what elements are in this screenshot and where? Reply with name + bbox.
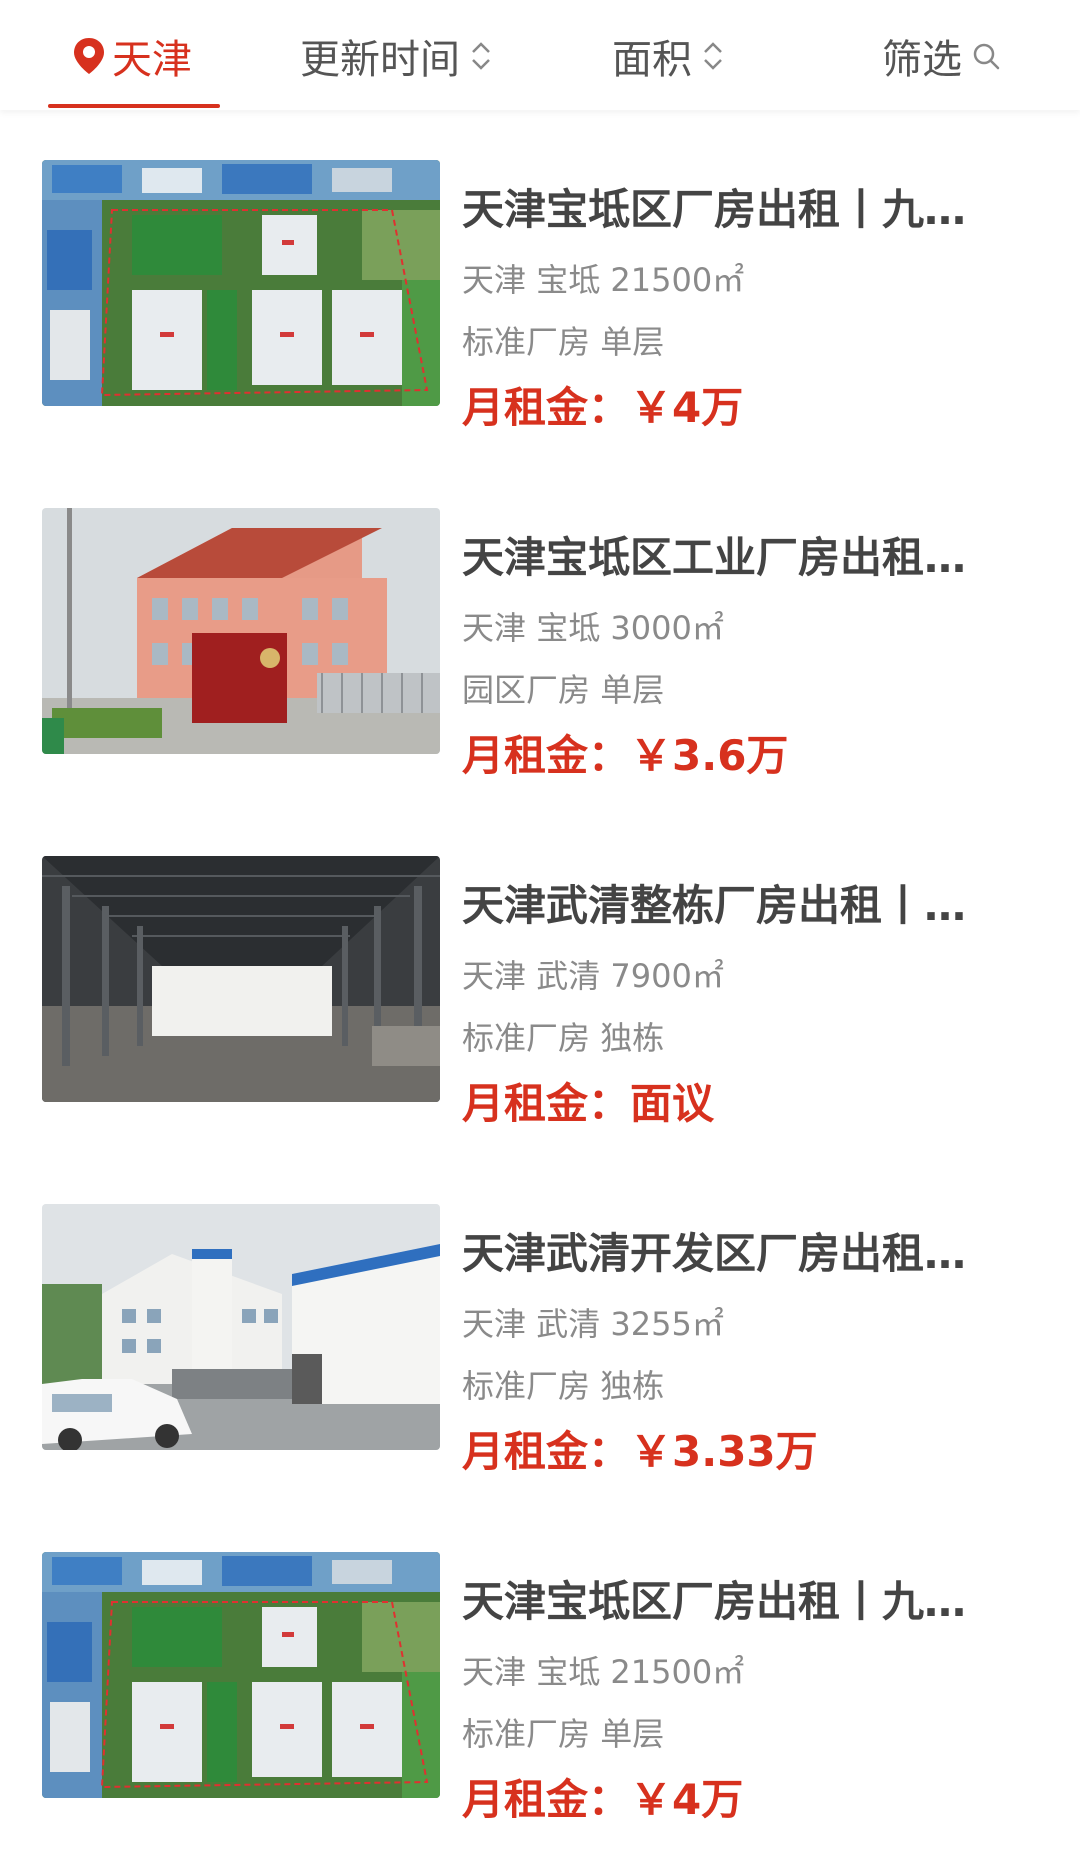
listing-type: 标准厂房 单层 bbox=[462, 320, 664, 364]
listing-title: 天津宝坻区厂房出租丨九… bbox=[462, 185, 967, 234]
listing-district: 武清 bbox=[536, 1305, 601, 1343]
listing-type: 园区厂房 单层 bbox=[462, 668, 664, 712]
listing-location-area: 天津 宝坻 21500㎡ bbox=[462, 258, 744, 302]
listing-category: 标准厂房 bbox=[462, 1367, 591, 1405]
listing-category: 标准厂房 bbox=[462, 323, 591, 361]
listing-card[interactable]: 天津宝坻区厂房出租丨九… 天津 宝坻 21500㎡ 标准厂房 单层 月租金：￥4… bbox=[0, 130, 1080, 432]
listing-category: 标准厂房 bbox=[462, 1715, 591, 1753]
price-value: 面议 bbox=[630, 1079, 715, 1128]
listing-location-area: 天津 武清 3255㎡ bbox=[462, 1302, 724, 1346]
listing-thumbnail bbox=[42, 856, 440, 1102]
price-label: 月租金： bbox=[462, 1079, 631, 1128]
price-label: 月租金： bbox=[462, 731, 631, 780]
price-value: ￥3.33万 bbox=[630, 1427, 818, 1476]
listing-floor: 单层 bbox=[600, 671, 665, 709]
active-tab-underline bbox=[48, 104, 220, 108]
listing-title: 天津宝坻区厂房出租丨九… bbox=[462, 1577, 967, 1626]
sort-by-area[interactable]: 面积 bbox=[612, 28, 724, 84]
listing-area: 3255㎡ bbox=[610, 1305, 724, 1343]
listing-type: 标准厂房 独栋 bbox=[462, 1364, 664, 1408]
listing-price: 月租金：面议 bbox=[462, 1076, 714, 1132]
listing-city: 天津 bbox=[462, 957, 527, 995]
listing-area: 3000㎡ bbox=[610, 609, 724, 647]
filter-bar: 天津 更新时间 面积 筛选 bbox=[0, 0, 1080, 110]
city-selector[interactable]: 天津 bbox=[72, 28, 192, 84]
listing-district: 武清 bbox=[536, 957, 601, 995]
aerial-industrial-park-image bbox=[42, 160, 440, 406]
pink-office-building-image bbox=[42, 508, 440, 754]
listing-city: 天津 bbox=[462, 609, 527, 647]
sort-area-label: 面积 bbox=[612, 37, 692, 83]
search-icon bbox=[973, 43, 1000, 70]
price-value: ￥4万 bbox=[630, 383, 744, 432]
price-value: ￥3.6万 bbox=[630, 731, 789, 780]
listing-title: 天津武清开发区厂房出租… bbox=[462, 1229, 967, 1278]
sort-updown-icon bbox=[472, 42, 490, 70]
listing-district: 宝坻 bbox=[536, 261, 601, 299]
white-office-building-with-car-image bbox=[42, 1204, 440, 1450]
location-pin-icon bbox=[74, 38, 104, 74]
listing-city: 天津 bbox=[462, 1305, 527, 1343]
price-value: ￥4万 bbox=[630, 1775, 744, 1824]
listing-location-area: 天津 宝坻 3000㎡ bbox=[462, 606, 724, 650]
listing-card[interactable]: 天津武清开发区厂房出租… 天津 武清 3255㎡ 标准厂房 独栋 月租金：￥3.… bbox=[0, 1174, 1080, 1476]
listing-floor: 独栋 bbox=[600, 1019, 665, 1057]
listing-area: 7900㎡ bbox=[610, 957, 724, 995]
listing-thumbnail bbox=[42, 160, 440, 406]
listing-district: 宝坻 bbox=[536, 609, 601, 647]
listing-district: 宝坻 bbox=[536, 1653, 601, 1691]
listing-category: 园区厂房 bbox=[462, 671, 591, 709]
listing-title: 天津宝坻区工业厂房出租… bbox=[462, 533, 967, 582]
listing-floor: 单层 bbox=[600, 323, 665, 361]
filter-button[interactable]: 筛选 bbox=[882, 28, 1000, 84]
filter-label: 筛选 bbox=[882, 37, 962, 83]
listing-card[interactable]: 天津宝坻区工业厂房出租… 天津 宝坻 3000㎡ 园区厂房 单层 月租金：￥3.… bbox=[0, 478, 1080, 780]
listing-price: 月租金：￥3.33万 bbox=[462, 1424, 818, 1480]
sort-time-label: 更新时间 bbox=[300, 37, 460, 83]
listing-thumbnail bbox=[42, 1204, 440, 1450]
price-label: 月租金： bbox=[462, 383, 631, 432]
listing-city: 天津 bbox=[462, 261, 527, 299]
listing-city: 天津 bbox=[462, 1653, 527, 1691]
steel-warehouse-interior-image bbox=[42, 856, 440, 1102]
listing-thumbnail bbox=[42, 1552, 440, 1798]
listing-floor: 独栋 bbox=[600, 1367, 665, 1405]
listing-category: 标准厂房 bbox=[462, 1019, 591, 1057]
listing-type: 标准厂房 单层 bbox=[462, 1712, 664, 1756]
listing-price: 月租金：￥4万 bbox=[462, 380, 743, 436]
listing-title: 天津武清整栋厂房出租丨… bbox=[462, 881, 967, 930]
listing-thumbnail bbox=[42, 508, 440, 754]
listing-type: 标准厂房 独栋 bbox=[462, 1016, 664, 1060]
listing-price: 月租金：￥4万 bbox=[462, 1772, 743, 1828]
listing-card[interactable]: 天津宝坻区厂房出租丨九… 天津 宝坻 21500㎡ 标准厂房 单层 月租金：￥4… bbox=[0, 1522, 1080, 1824]
price-label: 月租金： bbox=[462, 1427, 631, 1476]
city-label: 天津 bbox=[112, 37, 192, 83]
sort-updown-icon bbox=[704, 42, 722, 70]
listing-floor: 单层 bbox=[600, 1715, 665, 1753]
sort-by-update-time[interactable]: 更新时间 bbox=[300, 28, 492, 84]
listing-card[interactable]: 天津武清整栋厂房出租丨… 天津 武清 7900㎡ 标准厂房 独栋 月租金：面议 bbox=[0, 826, 1080, 1128]
aerial-industrial-park-image bbox=[42, 1552, 440, 1798]
listing-area: 21500㎡ bbox=[610, 1653, 745, 1691]
listing-location-area: 天津 武清 7900㎡ bbox=[462, 954, 724, 998]
price-label: 月租金： bbox=[462, 1775, 631, 1824]
listing-area: 21500㎡ bbox=[610, 261, 745, 299]
listing-location-area: 天津 宝坻 21500㎡ bbox=[462, 1650, 744, 1694]
listing-price: 月租金：￥3.6万 bbox=[462, 728, 788, 784]
